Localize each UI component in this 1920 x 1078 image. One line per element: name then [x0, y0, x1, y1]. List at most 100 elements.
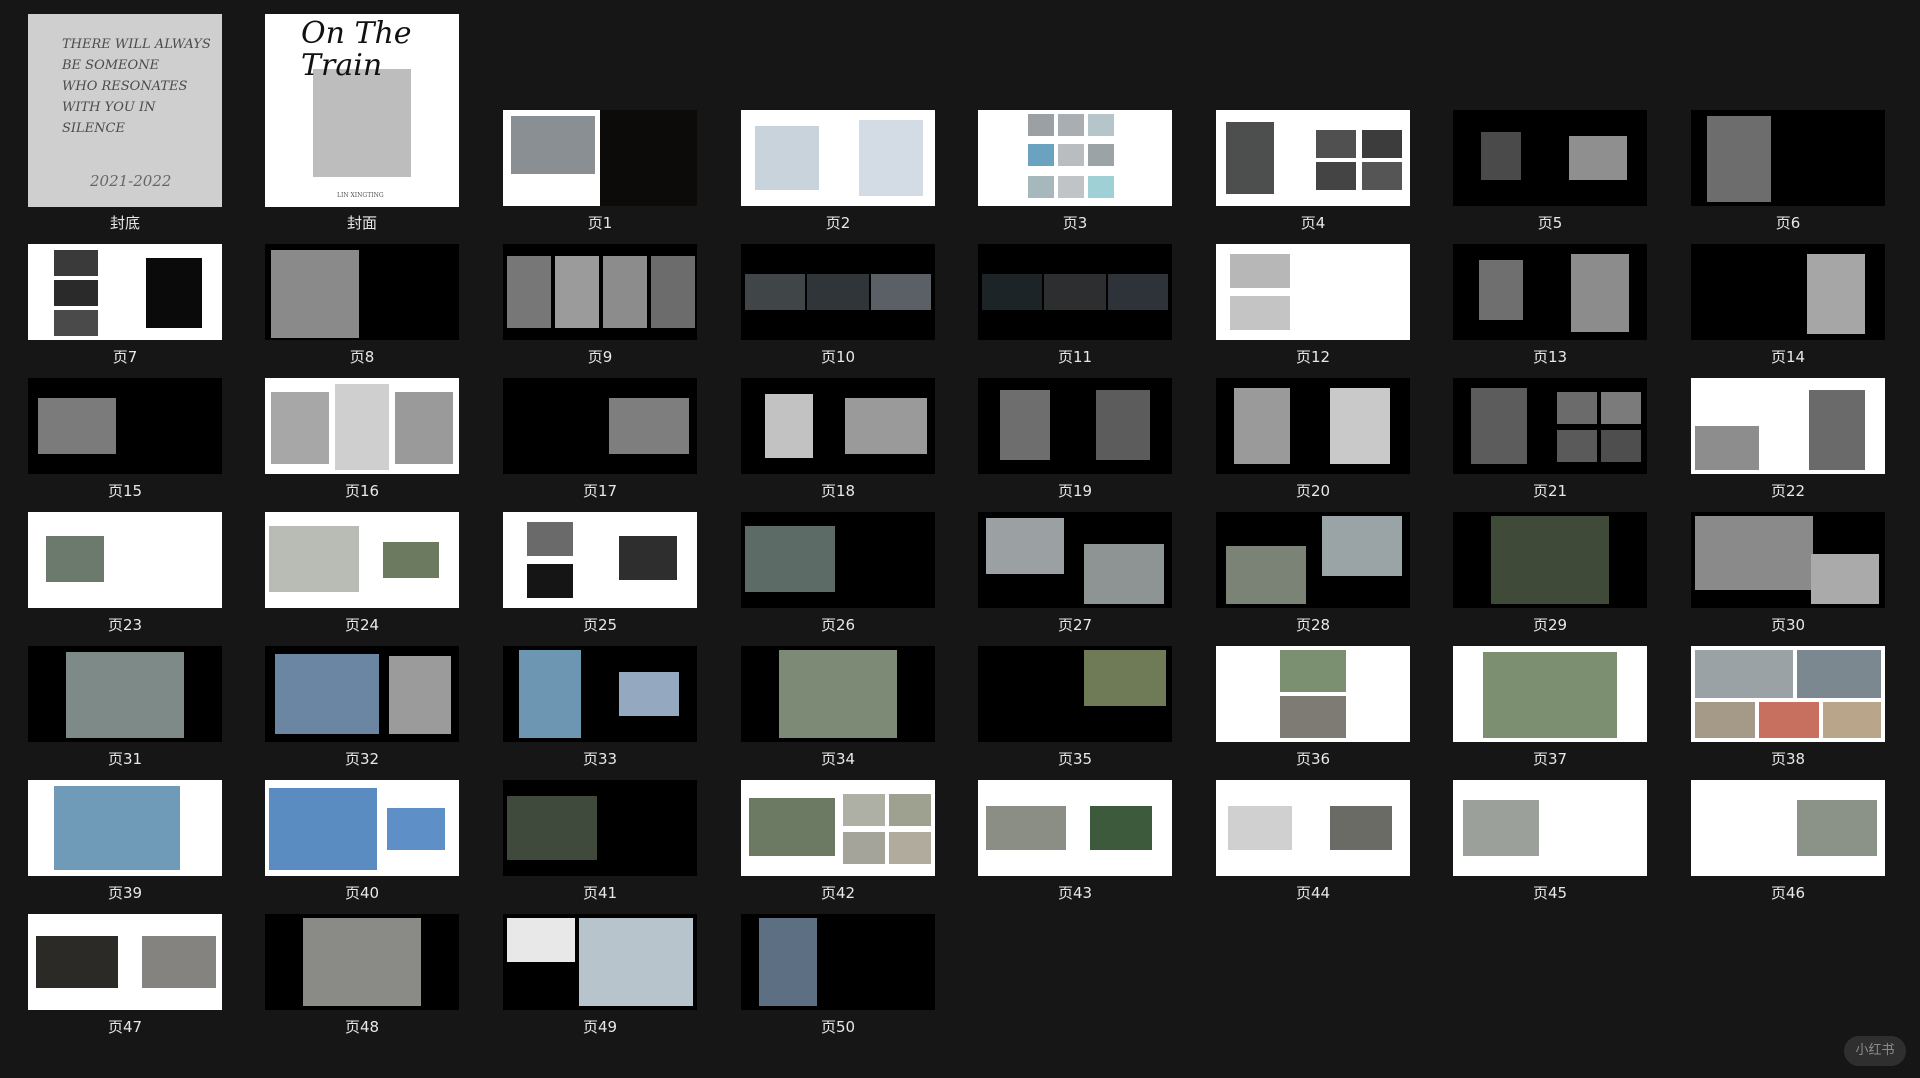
page-preview: THERE WILL ALWAYS BE SOMEONE WHO RESONAT… [28, 14, 222, 207]
page-thumbnail[interactable]: 页44 [1216, 780, 1410, 902]
page-thumbnail[interactable]: 页26 [741, 512, 935, 634]
page-thumbnail[interactable]: 页24 [265, 512, 459, 634]
page-thumbnail[interactable]: 页2 [741, 110, 935, 232]
photo [1088, 176, 1114, 198]
page-thumbnail[interactable]: 页9 [503, 244, 697, 366]
photo [1226, 546, 1306, 604]
page-thumbnail[interactable]: 页4 [1216, 110, 1410, 232]
page-preview [503, 914, 697, 1010]
page-preview [265, 780, 459, 876]
photo [843, 832, 885, 864]
page-thumbnail[interactable]: 页49 [503, 914, 697, 1036]
photo [1108, 274, 1168, 310]
photo [871, 274, 931, 310]
photo [1316, 130, 1356, 158]
page-thumbnail[interactable]: 页14 [1691, 244, 1885, 366]
page-thumbnail[interactable]: 页41 [503, 780, 697, 902]
photo [1695, 426, 1759, 470]
page-thumbnail[interactable]: 页39 [28, 780, 222, 902]
page-thumbnail[interactable]: 页29 [1453, 512, 1647, 634]
page-label: 页47 [107, 1018, 143, 1036]
photo [603, 256, 647, 328]
page-thumbnail[interactable]: 页32 [265, 646, 459, 768]
page-preview [978, 512, 1172, 608]
page-thumbnail[interactable]: 页35 [978, 646, 1172, 768]
page-label: 页40 [344, 884, 380, 902]
page-label: 页17 [582, 482, 618, 500]
page-thumbnail[interactable]: 页50 [741, 914, 935, 1036]
page-thumbnail[interactable]: 页20 [1216, 378, 1410, 500]
photo [1096, 390, 1150, 460]
page-thumbnail[interactable]: 页43 [978, 780, 1172, 902]
page-thumbnail[interactable]: 页15 [28, 378, 222, 500]
photo [1058, 114, 1084, 136]
page-thumbnail[interactable]: 页23 [28, 512, 222, 634]
page-thumbnail[interactable]: 页40 [265, 780, 459, 902]
photo [1330, 806, 1392, 850]
page-label: 页35 [1057, 750, 1093, 768]
photo [335, 384, 389, 470]
page-preview [265, 244, 459, 340]
page-thumbnail[interactable]: 页36 [1216, 646, 1410, 768]
page-label: 页28 [1295, 616, 1331, 634]
page-thumbnail[interactable]: 页22 [1691, 378, 1885, 500]
photo [859, 120, 923, 196]
page-thumbnail[interactable]: 页7 [28, 244, 222, 366]
page-thumbnail[interactable]: 页38 [1691, 646, 1885, 768]
page-thumbnail[interactable]: 页33 [503, 646, 697, 768]
photo [1058, 176, 1084, 198]
page-thumbnail[interactable]: 页25 [503, 512, 697, 634]
page-preview [978, 646, 1172, 742]
page-thumbnail[interactable]: 页31 [28, 646, 222, 768]
page-thumbnail[interactable]: 页18 [741, 378, 935, 500]
page-label: 页45 [1532, 884, 1568, 902]
back-cover-thumbnail[interactable]: THERE WILL ALWAYS BE SOMEONE WHO RESONAT… [28, 14, 222, 244]
page-thumbnail[interactable]: 页16 [265, 378, 459, 500]
page-label: 页25 [582, 616, 618, 634]
page-thumbnail[interactable]: 页3 [978, 110, 1172, 232]
page-thumbnail[interactable]: 页45 [1453, 780, 1647, 902]
page-thumbnail[interactable]: 页47 [28, 914, 222, 1036]
page-thumbnail[interactable]: 页30 [1691, 512, 1885, 634]
page-preview [28, 512, 222, 608]
page-thumbnail[interactable]: 页48 [265, 914, 459, 1036]
photo [1362, 162, 1402, 190]
photo [1797, 800, 1877, 856]
photo [745, 274, 805, 310]
page-thumbnail[interactable]: 页1 [503, 110, 697, 232]
page-thumbnail[interactable]: 页42 [741, 780, 935, 902]
front-cover-thumbnail[interactable]: On The Train LIN XINGTING 封面 [265, 14, 459, 244]
page-preview [1216, 244, 1410, 340]
photo [275, 654, 379, 734]
page-thumbnail[interactable]: 页11 [978, 244, 1172, 366]
page-label: 页48 [344, 1018, 380, 1036]
page-label: 页4 [1300, 214, 1326, 232]
page-preview [1691, 244, 1885, 340]
page-thumbnail[interactable]: 页28 [1216, 512, 1410, 634]
page-thumbnail[interactable]: 页17 [503, 378, 697, 500]
photo [395, 392, 453, 464]
page-label: 页38 [1770, 750, 1806, 768]
photo [54, 786, 180, 870]
page-thumbnail[interactable]: 页19 [978, 378, 1172, 500]
page-preview [741, 780, 935, 876]
page-thumbnail[interactable]: 页8 [265, 244, 459, 366]
photo [1811, 554, 1879, 604]
photo [982, 274, 1042, 310]
page-thumbnail[interactable]: 页5 [1453, 110, 1647, 232]
photo [1330, 388, 1390, 464]
page-preview [1216, 110, 1410, 206]
page-label: 页44 [1295, 884, 1331, 902]
page-thumbnail[interactable]: 页6 [1691, 110, 1885, 232]
page-thumbnail[interactable]: 页10 [741, 244, 935, 366]
page-preview [503, 512, 697, 608]
page-thumbnail[interactable]: 页13 [1453, 244, 1647, 366]
page-thumbnail[interactable]: 页27 [978, 512, 1172, 634]
page-thumbnail[interactable]: 页46 [1691, 780, 1885, 902]
page-label: 页20 [1295, 482, 1331, 500]
page-thumbnail[interactable]: 页12 [1216, 244, 1410, 366]
page-thumbnail[interactable]: 页37 [1453, 646, 1647, 768]
page-thumbnail[interactable]: 页34 [741, 646, 935, 768]
page-thumbnail[interactable]: 页21 [1453, 378, 1647, 500]
photo [1028, 176, 1054, 198]
